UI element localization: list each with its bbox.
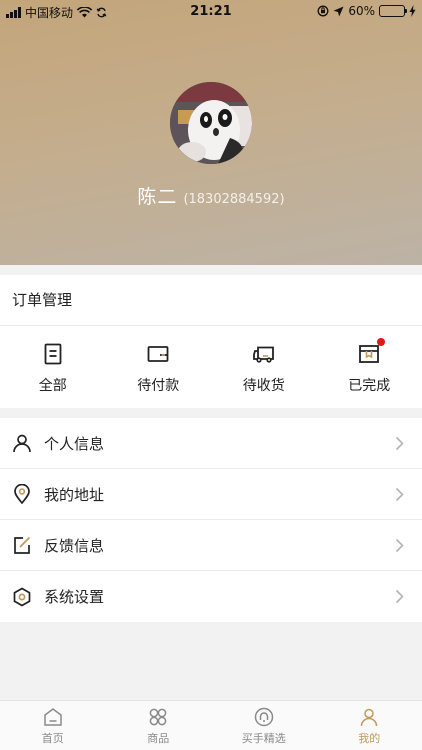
order-all-button[interactable]: 全部 — [0, 326, 106, 408]
tab-home[interactable]: 首页 — [0, 701, 106, 750]
menu-item-label: 反馈信息 — [44, 536, 105, 555]
avatar[interactable] — [170, 82, 252, 164]
user-phone: (18302884592) — [183, 192, 285, 207]
order-pending-receipt-button[interactable]: 待收货 — [211, 326, 317, 408]
settings-hexagon-icon — [13, 587, 31, 606]
profile-header: 中国移动 21:21 60% 陈二 (18302884592) — [0, 0, 422, 265]
order-completed-button[interactable]: 已完成 — [317, 326, 422, 408]
menu-item-label: 我的地址 — [44, 485, 105, 504]
user-info: 陈二 (18302884592) — [0, 182, 422, 209]
chevron-right-icon — [395, 538, 404, 553]
tab-products[interactable]: 商品 — [106, 701, 212, 750]
document-icon — [44, 343, 62, 365]
tab-label: 首页 — [41, 732, 64, 745]
tab-label: 买手精选 — [241, 732, 286, 745]
tab-label: 我的 — [358, 732, 381, 745]
order-status-list: 全部 待付款 待收货 已完成 — [0, 326, 422, 408]
chevron-right-icon — [395, 436, 404, 451]
user-name: 陈二 — [137, 186, 178, 208]
tab-bar: 首页 商品 买手精选 我的 — [0, 700, 422, 750]
menu-item-label: 个人信息 — [44, 434, 105, 453]
order-pending-receipt-label: 待收货 — [242, 378, 285, 394]
wallet-icon — [147, 346, 169, 362]
battery-icon — [379, 5, 407, 17]
chevron-right-icon — [395, 589, 404, 604]
notification-badge — [377, 338, 386, 346]
box-icon — [359, 345, 380, 363]
person-icon — [361, 708, 378, 727]
person-icon — [13, 434, 31, 453]
edit-icon — [14, 536, 31, 554]
truck-icon — [252, 346, 274, 363]
avatar-image — [170, 82, 252, 164]
home-icon — [44, 708, 62, 726]
rotation-lock-icon — [317, 5, 329, 17]
tab-mine[interactable]: 我的 — [317, 701, 422, 750]
order-all-label: 全部 — [38, 378, 67, 394]
tab-buyer-selection[interactable]: 买手精选 — [211, 701, 317, 750]
menu-item-personal-info[interactable]: 个人信息 — [0, 418, 422, 469]
order-management-title: 订单管理 — [0, 275, 422, 326]
menu-item-feedback[interactable]: 反馈信息 — [0, 520, 422, 571]
menu-item-label: 系统设置 — [44, 588, 105, 606]
order-completed-label: 已完成 — [348, 378, 391, 394]
location-pin-icon — [14, 484, 30, 504]
charging-bolt-icon — [409, 5, 416, 17]
menu-item-system-settings[interactable]: 系统设置 — [0, 571, 422, 622]
menu-item-my-address[interactable]: 我的地址 — [0, 469, 422, 520]
order-pending-payment-label: 待付款 — [137, 378, 180, 394]
order-management-card: 订单管理 全部 待付款 待收货 已完成 — [0, 275, 422, 408]
location-arrow-icon — [333, 6, 344, 16]
chevron-right-icon — [395, 487, 404, 502]
order-pending-payment-button[interactable]: 待付款 — [106, 326, 212, 408]
selection-icon — [254, 707, 273, 727]
grid-clover-icon — [149, 708, 167, 726]
tab-label: 商品 — [147, 732, 170, 745]
status-bar: 中国移动 21:21 60% — [0, 0, 422, 24]
settings-menu: 个人信息 我的地址 反馈信息 系统设置 — [0, 418, 422, 622]
battery-percent: 60% — [348, 4, 375, 18]
